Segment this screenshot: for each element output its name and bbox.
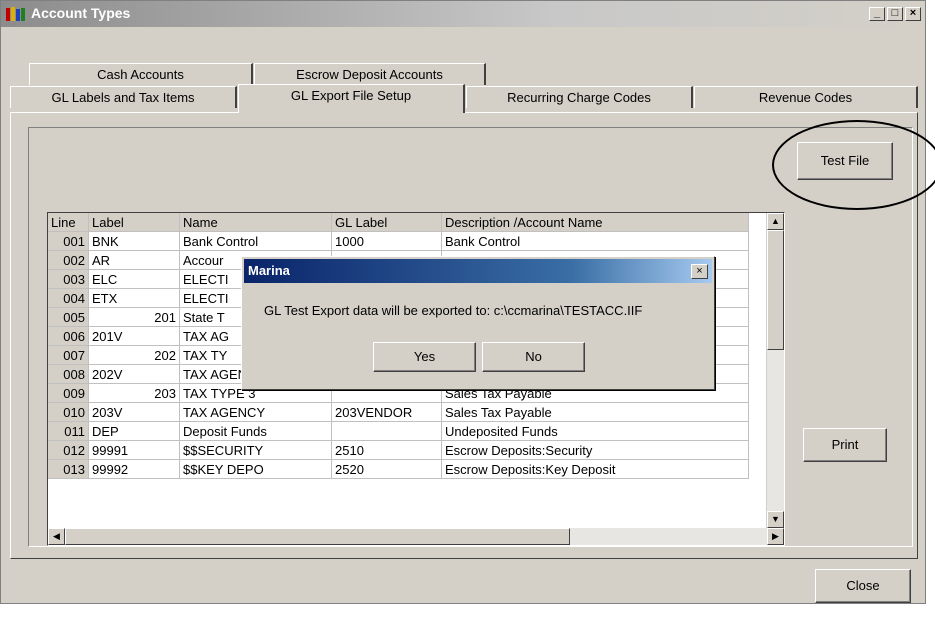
no-button[interactable]: No (482, 342, 585, 372)
cell-label[interactable]: 203 (88, 383, 180, 403)
cell-description[interactable]: Escrow Deposits:Key Deposit (441, 459, 749, 479)
tab-recurring-charge-codes[interactable]: Recurring Charge Codes (466, 86, 693, 108)
cell-name[interactable]: $$KEY DEPO (179, 459, 332, 479)
cell-line[interactable]: 012 (48, 440, 89, 460)
cell-label[interactable]: ELC (88, 269, 180, 289)
close-button[interactable]: Close (815, 569, 911, 603)
account-types-window: Account Types _ □ × Cash Accounts Escrow… (0, 0, 926, 604)
marina-dialog: Marina × GL Test Export data will be exp… (241, 256, 715, 390)
cell-line[interactable]: 010 (48, 402, 89, 422)
cell-gl-label[interactable]: 203VENDOR (331, 402, 442, 422)
dialog-message: GL Test Export data will be exported to:… (264, 303, 643, 318)
dialog-titlebar[interactable]: Marina × (244, 259, 712, 283)
vertical-scrollbar[interactable]: ▲ ▼ (766, 213, 784, 528)
col-header-gl-label[interactable]: GL Label (331, 213, 442, 232)
minimize-button[interactable]: _ (869, 7, 885, 21)
tab-gl-export-file-setup[interactable]: GL Export File Setup (238, 84, 465, 113)
close-window-button[interactable]: × (905, 7, 921, 21)
cell-name[interactable]: Deposit Funds (179, 421, 332, 441)
table-row[interactable]: 010 203V TAX AGENCY 203VENDOR Sales Tax Paya… (48, 402, 749, 422)
cell-line[interactable]: 009 (48, 383, 89, 403)
cell-gl-label[interactable]: 2510 (331, 440, 442, 460)
cell-description[interactable]: Escrow Deposits:Security (441, 440, 749, 460)
cell-label[interactable]: DEP (88, 421, 180, 441)
annotation-ellipse (772, 120, 935, 210)
cell-description[interactable]: Sales Tax Payable (441, 402, 749, 422)
cell-line[interactable]: 005 (48, 307, 89, 327)
window-titlebar[interactable]: Account Types _ □ × (1, 1, 925, 27)
cell-line[interactable]: 002 (48, 250, 89, 270)
table-row[interactable]: 012 99991 $$SECURITY 2510 Escrow Deposits:Se… (48, 440, 749, 460)
books-icon (6, 7, 25, 21)
cell-gl-label[interactable] (331, 421, 442, 441)
cell-line[interactable]: 001 (48, 231, 89, 251)
cell-gl-label[interactable]: 2520 (331, 459, 442, 479)
cell-line[interactable]: 007 (48, 345, 89, 365)
cell-name[interactable]: Bank Control (179, 231, 332, 251)
horizontal-scroll-thumb[interactable] (65, 528, 570, 545)
scroll-up-button[interactable]: ▲ (767, 213, 784, 230)
cell-label[interactable]: 202V (88, 364, 180, 384)
horizontal-scrollbar[interactable]: ◀ ▶ (48, 528, 784, 545)
cell-line[interactable]: 008 (48, 364, 89, 384)
col-header-name[interactable]: Name (179, 213, 332, 232)
table-row[interactable]: 013 99992 $$KEY DEPO 2520 Escrow Deposits:Ke… (48, 459, 749, 479)
vertical-scroll-thumb[interactable] (767, 230, 784, 350)
maximize-button[interactable]: □ (887, 7, 903, 21)
tab-gl-labels-tax-items[interactable]: GL Labels and Tax Items (10, 86, 237, 108)
cell-label[interactable]: ETX (88, 288, 180, 308)
cell-gl-label[interactable]: 1000 (331, 231, 442, 251)
dialog-title: Marina (248, 263, 290, 278)
table-row[interactable]: 011 DEP Deposit Funds Undeposited Funds (48, 421, 749, 441)
dialog-close-button[interactable]: × (691, 264, 708, 279)
tab-cash-accounts[interactable]: Cash Accounts (29, 63, 253, 85)
scroll-left-button[interactable]: ◀ (48, 528, 65, 545)
cell-label[interactable]: 99992 (88, 459, 180, 479)
cell-label[interactable]: 99991 (88, 440, 180, 460)
print-button[interactable]: Print (803, 428, 887, 462)
cell-line[interactable]: 013 (48, 459, 89, 479)
grid-header-row: Line Label Name GL Label Description /Ac… (48, 213, 749, 232)
cell-label[interactable]: AR (88, 250, 180, 270)
cell-label[interactable]: 203V (88, 402, 180, 422)
cell-label[interactable]: 202 (88, 345, 180, 365)
col-header-line[interactable]: Line (48, 213, 89, 232)
scroll-right-button[interactable]: ▶ (767, 528, 784, 545)
yes-button[interactable]: Yes (373, 342, 476, 372)
cell-name[interactable]: $$SECURITY (179, 440, 332, 460)
tab-revenue-codes[interactable]: Revenue Codes (694, 86, 918, 108)
cell-description[interactable]: Undeposited Funds (441, 421, 749, 441)
cell-line[interactable]: 006 (48, 326, 89, 346)
cell-label[interactable]: 201V (88, 326, 180, 346)
cell-line[interactable]: 004 (48, 288, 89, 308)
cell-description[interactable]: Bank Control (441, 231, 749, 251)
cell-label[interactable]: 201 (88, 307, 180, 327)
col-header-description[interactable]: Description /Account Name (441, 213, 749, 232)
scroll-down-button[interactable]: ▼ (767, 511, 784, 528)
table-row[interactable]: 001 BNK Bank Control 1000 Bank Control (48, 231, 749, 251)
tab-escrow-deposit-accounts[interactable]: Escrow Deposit Accounts (254, 63, 486, 85)
cell-name[interactable]: TAX AGENCY (179, 402, 332, 422)
cell-line[interactable]: 011 (48, 421, 89, 441)
window-title: Account Types (31, 5, 131, 21)
cell-line[interactable]: 003 (48, 269, 89, 289)
cell-label[interactable]: BNK (88, 231, 180, 251)
col-header-label[interactable]: Label (88, 213, 180, 232)
